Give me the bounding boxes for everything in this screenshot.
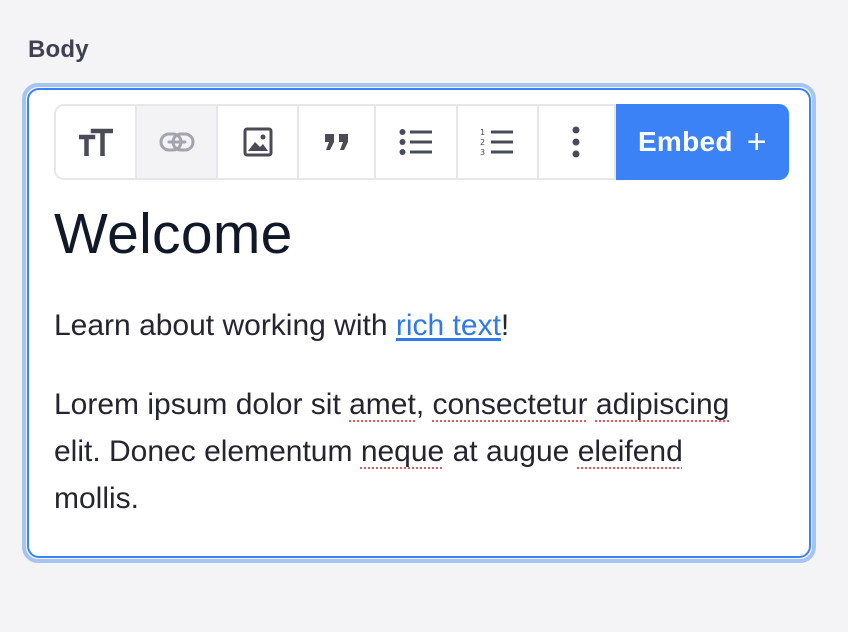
editor-content[interactable]: Welcome Learn about working with rich te… xyxy=(54,196,754,522)
embed-button[interactable]: Embed + xyxy=(615,104,789,180)
image-button[interactable] xyxy=(218,106,300,178)
misspelled-word: eleifend xyxy=(577,435,683,468)
link-button[interactable] xyxy=(137,106,219,178)
quote-icon xyxy=(324,132,350,152)
paragraph-text: mollis. xyxy=(54,482,140,515)
embed-button-label: Embed xyxy=(637,126,733,157)
bulleted-list-button[interactable] xyxy=(376,106,458,178)
misspelled-word: adipiscing xyxy=(595,388,730,421)
misspelled-word: consectetur xyxy=(432,388,588,421)
intro-text-end: ! xyxy=(500,309,510,342)
svg-text:2: 2 xyxy=(480,138,485,147)
intro-paragraph: Learn about working with rich text! xyxy=(54,302,754,349)
paragraph-text: Lorem ipsum dolor sit xyxy=(54,388,350,421)
content-heading: Welcome xyxy=(54,202,293,266)
body-paragraph: Lorem ipsum dolor sit amet, consectetur … xyxy=(54,381,754,522)
intro-text: Learn about working with xyxy=(54,309,396,342)
plus-icon: + xyxy=(746,123,767,161)
quote-button[interactable] xyxy=(299,106,377,178)
image-icon xyxy=(243,127,273,157)
link-icon xyxy=(159,131,195,153)
svg-text:1: 1 xyxy=(480,128,485,137)
paragraph-text: elit. Donec elementum xyxy=(54,435,361,468)
paragraph-text xyxy=(588,388,596,421)
text-size-icon xyxy=(78,128,113,156)
editor-toolbar: 1 2 3 Embed + xyxy=(54,104,789,180)
paragraph-text: at augue xyxy=(444,435,578,468)
svg-text:3: 3 xyxy=(480,148,485,157)
text-size-button[interactable] xyxy=(56,106,138,178)
more-options-button[interactable] xyxy=(538,106,616,178)
numbered-list-icon: 1 2 3 xyxy=(480,127,514,157)
formatting-tool-group: 1 2 3 xyxy=(54,104,616,180)
more-vertical-icon xyxy=(572,126,580,158)
misspelled-word: neque xyxy=(360,435,445,468)
field-label: Body xyxy=(28,36,89,63)
misspelled-word: amet xyxy=(349,388,416,421)
bulleted-list-icon xyxy=(399,128,433,156)
paragraph-text: , xyxy=(415,388,433,421)
numbered-list-button[interactable]: 1 2 3 xyxy=(457,106,539,178)
rich-text-link[interactable]: rich text xyxy=(396,309,501,342)
